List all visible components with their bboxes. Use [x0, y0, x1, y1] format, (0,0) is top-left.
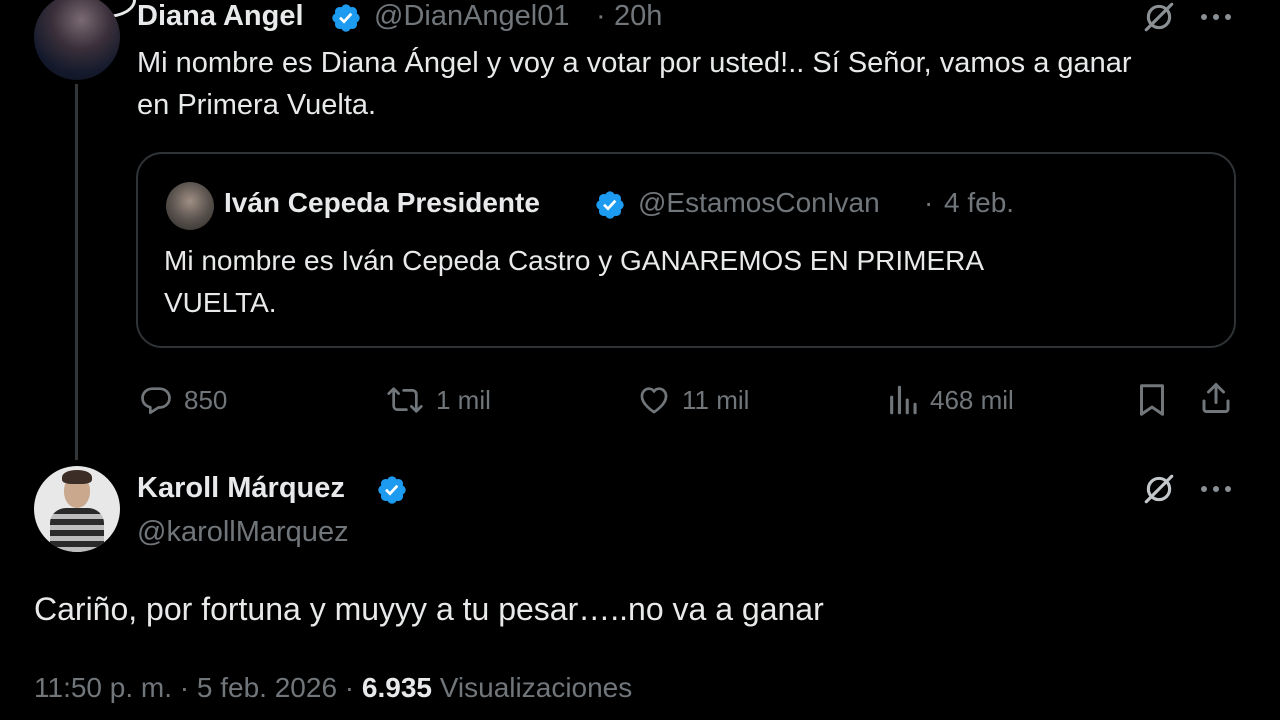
tweet-meta: 11:50 p. m. · 5 feb. 2026 · 6.935 Visual… [34, 672, 632, 704]
quote-text-line2: VUELTA. [164, 287, 277, 318]
verified-badge-icon [378, 476, 406, 504]
like-button[interactable]: 11 mil [636, 380, 749, 420]
parent-time[interactable]: 20h [614, 0, 662, 33]
quote-avatar [166, 182, 214, 230]
views-count: 468 mil [930, 384, 1014, 415]
like-count: 11 mil [682, 384, 750, 415]
avatar-hair [62, 470, 92, 484]
verified-badge-icon [596, 191, 624, 219]
reply-count: 850 [184, 384, 228, 415]
quote-separator: · [924, 187, 934, 218]
thread-line [75, 84, 78, 460]
repost-button[interactable]: 1 mil [384, 380, 491, 420]
parent-text-line2: en Primera Vuelta. [137, 89, 377, 121]
quote-text: Mi nombre es Iván Cepeda Castro y GANARE… [164, 240, 1214, 324]
repost-count: 1 mil [436, 384, 491, 415]
grok-icon[interactable] [1142, 472, 1176, 506]
views-total: 6.935 [361, 672, 432, 703]
views-label: Visualizaciones [431, 672, 633, 703]
parent-author-name[interactable]: Diana Angel [137, 0, 304, 33]
reply-text: Cariño, por fortuna y muyyy a tu pesar….… [34, 591, 824, 627]
grok-icon[interactable] [1142, 0, 1176, 34]
share-icon[interactable] [1198, 380, 1234, 416]
parent-separator: · [596, 0, 606, 32]
reply-handle[interactable]: @karollMarquez [137, 516, 349, 549]
views-icon [890, 385, 917, 415]
bookmark-icon[interactable] [1136, 382, 1168, 418]
timestamp[interactable]: 11:50 p. m. · 5 feb. 2026 · [34, 672, 362, 703]
verified-badge-icon [332, 4, 360, 32]
like-icon [640, 387, 668, 414]
more-icon[interactable] [1198, 2, 1234, 32]
reply-avatar[interactable] [34, 466, 120, 552]
parent-text-line1: Mi nombre es Diana Ángel y voy a votar p… [137, 47, 1132, 79]
parent-handle[interactable]: @DianAngel01 [374, 0, 570, 33]
quote-time: 4 feb. [944, 187, 1015, 218]
reply-icon [141, 387, 171, 415]
views-button[interactable]: 468 mil [886, 380, 1014, 420]
quote-author-name: Iván Cepeda Presidente [224, 187, 540, 218]
avatar-body [50, 508, 104, 552]
quote-handle: @EstamosConIvan [638, 187, 880, 218]
more-icon[interactable] [1198, 474, 1234, 504]
quote-text-line1: Mi nombre es Iván Cepeda Castro y GANARE… [164, 245, 985, 276]
reply-author-name[interactable]: Karoll Márquez [137, 472, 345, 505]
parent-text: Mi nombre es Diana Ángel y voy a votar p… [137, 42, 1247, 126]
parent-avatar[interactable] [34, 0, 120, 80]
tweet-thread: Diana Angel @DianAngel01 · 20h Mi nombre… [0, 0, 1280, 720]
reply-button[interactable]: 850 [138, 380, 227, 420]
quoted-tweet-card[interactable]: Iván Cepeda Presidente @EstamosConIvan ·… [136, 152, 1236, 348]
repost-icon [387, 387, 423, 413]
